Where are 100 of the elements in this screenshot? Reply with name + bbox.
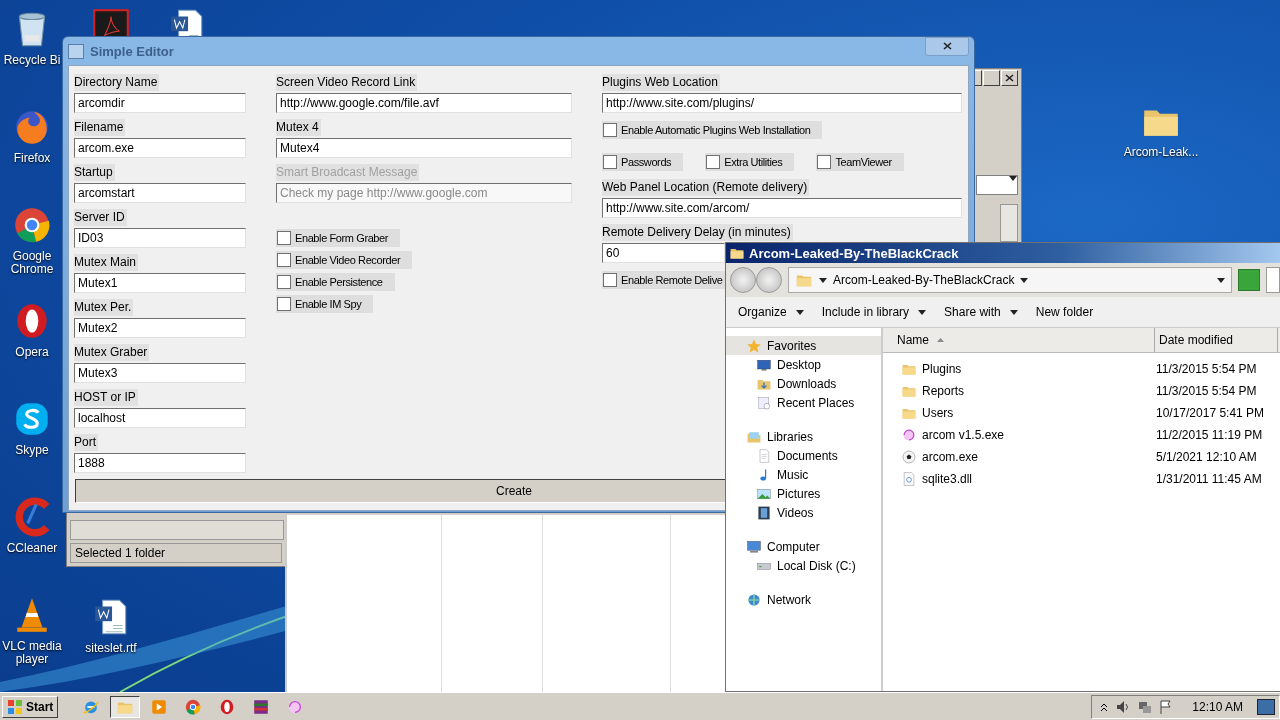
network-icon [746,591,762,608]
create-button[interactable]: Create [75,479,726,503]
nav-item[interactable]: Music [726,465,881,484]
menu-icon[interactable] [68,43,84,59]
desktop-icon-label[interactable]: Opera [15,346,49,359]
field-label: Startup [74,164,115,181]
field-label: HOST or IP [74,389,138,406]
close-icon[interactable] [1005,74,1014,82]
flag-icon[interactable] [1160,699,1173,714]
scrollbar[interactable] [1000,204,1018,242]
text-field[interactable]: http://www.google.com/file.avf [276,93,572,113]
recent-places-icon [756,394,772,411]
text-field[interactable]: Mutex3 [74,363,246,383]
field-label: Screen Video Record Link [276,74,418,91]
start-button[interactable]: Start [2,695,59,718]
field-label: Directory Name [74,74,160,91]
file-name[interactable]: sqlite3.dll [922,472,973,486]
desktop-icon-label[interactable]: Recycle Bi [3,54,61,67]
field-label: Port [74,434,98,451]
checkbox-label: Enable Persistence [295,276,383,288]
text-field[interactable]: Mutex2 [74,318,246,338]
search-field[interactable] [1266,267,1280,293]
window-title: Simple Editor [90,43,175,59]
nav-item[interactable]: Favorites [726,336,881,355]
speaker-icon[interactable] [1116,699,1131,714]
text-field[interactable]: arcomdir [74,93,246,113]
toolbar-button[interactable]: Share with [938,302,1024,322]
checkbox[interactable] [706,155,721,169]
nav-item[interactable]: Recent Places [726,393,881,412]
desktop-icon-label[interactable]: Google Chrome [2,250,62,276]
file-name[interactable]: arcom v1.5.exe [922,428,1005,442]
column-header[interactable]: Date modified [1155,328,1278,352]
field-label: Mutex Graber [74,344,150,361]
desktop-icon-label[interactable]: Skype [15,444,49,457]
toolbar-button[interactable]: Organize [732,302,810,322]
field-label: Filename [74,119,126,136]
caret-icon [795,309,804,315]
file-name[interactable]: arcom.exe [922,450,979,464]
checkbox[interactable] [277,275,291,289]
field-label: Mutex Main [74,254,139,271]
desktop-icon-label[interactable]: VLC media player [2,640,62,666]
checkbox[interactable] [277,231,291,245]
checkbox[interactable] [277,253,291,267]
dropdown[interactable] [976,175,1018,195]
text-field[interactable]: arcom.exe [74,138,246,158]
field-label: Mutex Per. [74,299,134,316]
checkbox[interactable] [603,273,617,287]
show-desktop-button[interactable] [1257,698,1275,715]
nav-item[interactable]: Videos [726,503,881,522]
nav-item[interactable]: Network [726,590,881,609]
nav-item[interactable]: Libraries [726,427,881,446]
text-field[interactable]: localhost [74,408,246,428]
nav-item[interactable]: Downloads [726,374,881,393]
field-label: Server ID [74,209,127,226]
checkbox[interactable] [603,155,617,169]
toolbar-button[interactable]: New folder [1029,302,1100,322]
text-field[interactable]: http://www.site.com/plugins/ [602,93,962,113]
status-text: Selected 1 folder [75,546,166,560]
address-bar[interactable]: Arcom-Leaked-By-TheBlackCrack [788,267,1232,293]
file-name[interactable]: Reports [922,384,965,398]
file-name[interactable]: Users [922,406,954,420]
text-field[interactable]: Mutex4 [276,138,572,158]
close-icon[interactable] [942,42,952,50]
toolbar-button[interactable]: Include in library [815,302,933,322]
network-icon[interactable] [1138,699,1153,714]
nav-item[interactable]: Local Disk (C:) [726,556,881,575]
maximize-button[interactable] [983,70,1000,86]
text-field[interactable]: 1888 [74,453,246,473]
field-label: Plugins Web Location [602,74,720,91]
checkbox[interactable] [603,123,617,137]
caret-icon [1020,277,1029,283]
field-label: Remote Delivery Delay (in minutes) [602,224,793,241]
clock[interactable]: 12:10 AM [1192,699,1243,714]
desktop-icon-label[interactable]: siteslet.rtf [85,642,137,655]
checkbox-label: Passwords [621,156,672,168]
nav-item[interactable]: Pictures [726,484,881,503]
swirl-icon [901,427,917,443]
checkbox-label: TeamViewer [835,156,892,168]
text-field[interactable]: ID03 [74,228,246,248]
text-field[interactable]: 60 [602,243,725,263]
text-field[interactable]: Mutex1 [74,273,246,293]
file-name[interactable]: Plugins [922,362,962,376]
nav-item[interactable]: Desktop [726,355,881,374]
desktop-icon-label[interactable]: CCleaner [6,542,58,555]
nav-item[interactable]: Documents [726,446,881,465]
checkbox[interactable] [277,297,291,311]
desktop-icon-label[interactable]: Firefox [13,152,51,165]
checkbox[interactable] [817,155,832,169]
windows-logo-icon [7,698,23,715]
taskbar-button[interactable] [110,695,141,718]
scrollbar[interactable] [70,520,284,540]
dll-file-icon [901,471,917,487]
column-header[interactable]: Name [883,328,1155,352]
desktop-icon-label[interactable]: Arcom-Leak... [1123,146,1199,159]
nav-item[interactable]: Computer [726,537,881,556]
checkbox-label: Enable Automatic Plugins Web Installation [621,124,811,136]
chrome-icon [184,697,203,716]
text-field[interactable]: arcomstart [74,183,246,203]
text-field[interactable]: http://www.site.com/arcom/ [602,198,962,218]
chevron-icon[interactable] [1100,701,1109,712]
